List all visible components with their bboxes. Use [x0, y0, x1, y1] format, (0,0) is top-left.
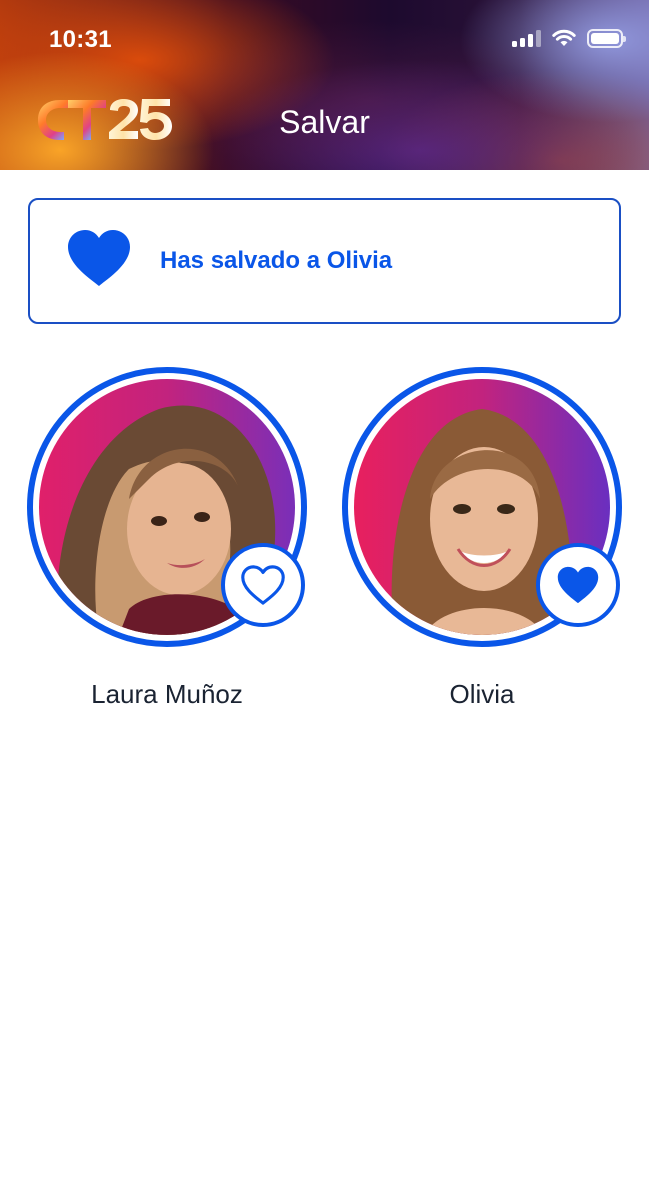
candidate-name: Olivia — [449, 679, 515, 709]
wifi-icon — [552, 29, 576, 46]
app-header: 10:31 Salvar — [0, 0, 649, 170]
heart-outline-icon — [241, 565, 285, 605]
status-time: 10:31 — [49, 26, 112, 53]
heart-filled-icon — [557, 566, 599, 604]
candidate-avatar-ring[interactable] — [342, 367, 622, 647]
save-heart-button[interactable] — [221, 543, 305, 627]
saved-confirmation-banner: Has salvado a Olivia — [28, 198, 621, 324]
candidate-card-laura[interactable]: Laura Muñoz — [27, 367, 307, 710]
candidate-avatar-ring[interactable] — [27, 367, 307, 647]
candidate-name: Laura Muñoz — [91, 679, 243, 709]
battery-icon — [587, 28, 626, 48]
save-heart-button[interactable] — [536, 543, 620, 627]
status-icons — [512, 28, 626, 48]
banner-message: Has salvado a Olivia — [160, 247, 393, 274]
candidate-card-olivia[interactable]: Olivia — [342, 367, 622, 710]
cellular-signal-icon — [512, 29, 541, 47]
heart-filled-icon — [68, 230, 130, 286]
page-title: Salvar — [279, 104, 370, 140]
